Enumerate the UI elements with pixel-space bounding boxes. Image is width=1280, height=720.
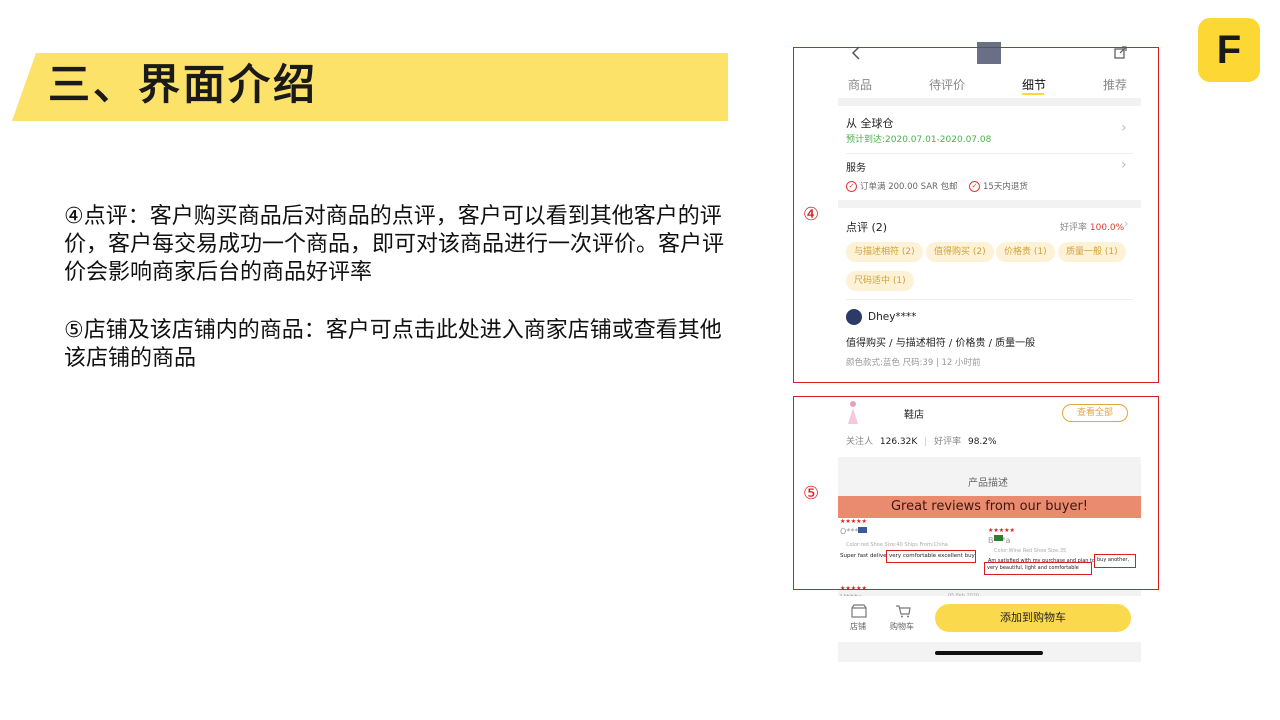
- review-description: ④点评：客户购买商品后对商品的点评，客户可以看到其他客户的评价，客户每交易成功一…: [64, 204, 725, 285]
- bottom-store-label[interactable]: 店铺: [850, 621, 866, 632]
- store-description: ⑤店铺及该店铺内的商品：客户可点击此处进入商家店铺或查看其他该店铺的商品: [64, 318, 722, 371]
- slide-title: 三、界面介绍: [48, 60, 319, 109]
- brand-logo: F: [1198, 18, 1260, 82]
- annotation-marker-5: ⑤: [803, 483, 820, 504]
- annotation-frame-4: [793, 47, 1159, 383]
- store-icon[interactable]: [851, 604, 867, 618]
- home-indicator: [935, 651, 1043, 655]
- annotation-marker-4: ④: [803, 204, 820, 225]
- annotation-frame-5: [793, 396, 1159, 590]
- add-to-cart-button[interactable]: 添加到购物车: [935, 604, 1131, 632]
- bottom-cart-label[interactable]: 购物车: [890, 621, 914, 632]
- logo-letter: F: [1216, 28, 1242, 72]
- cart-icon[interactable]: [895, 604, 911, 618]
